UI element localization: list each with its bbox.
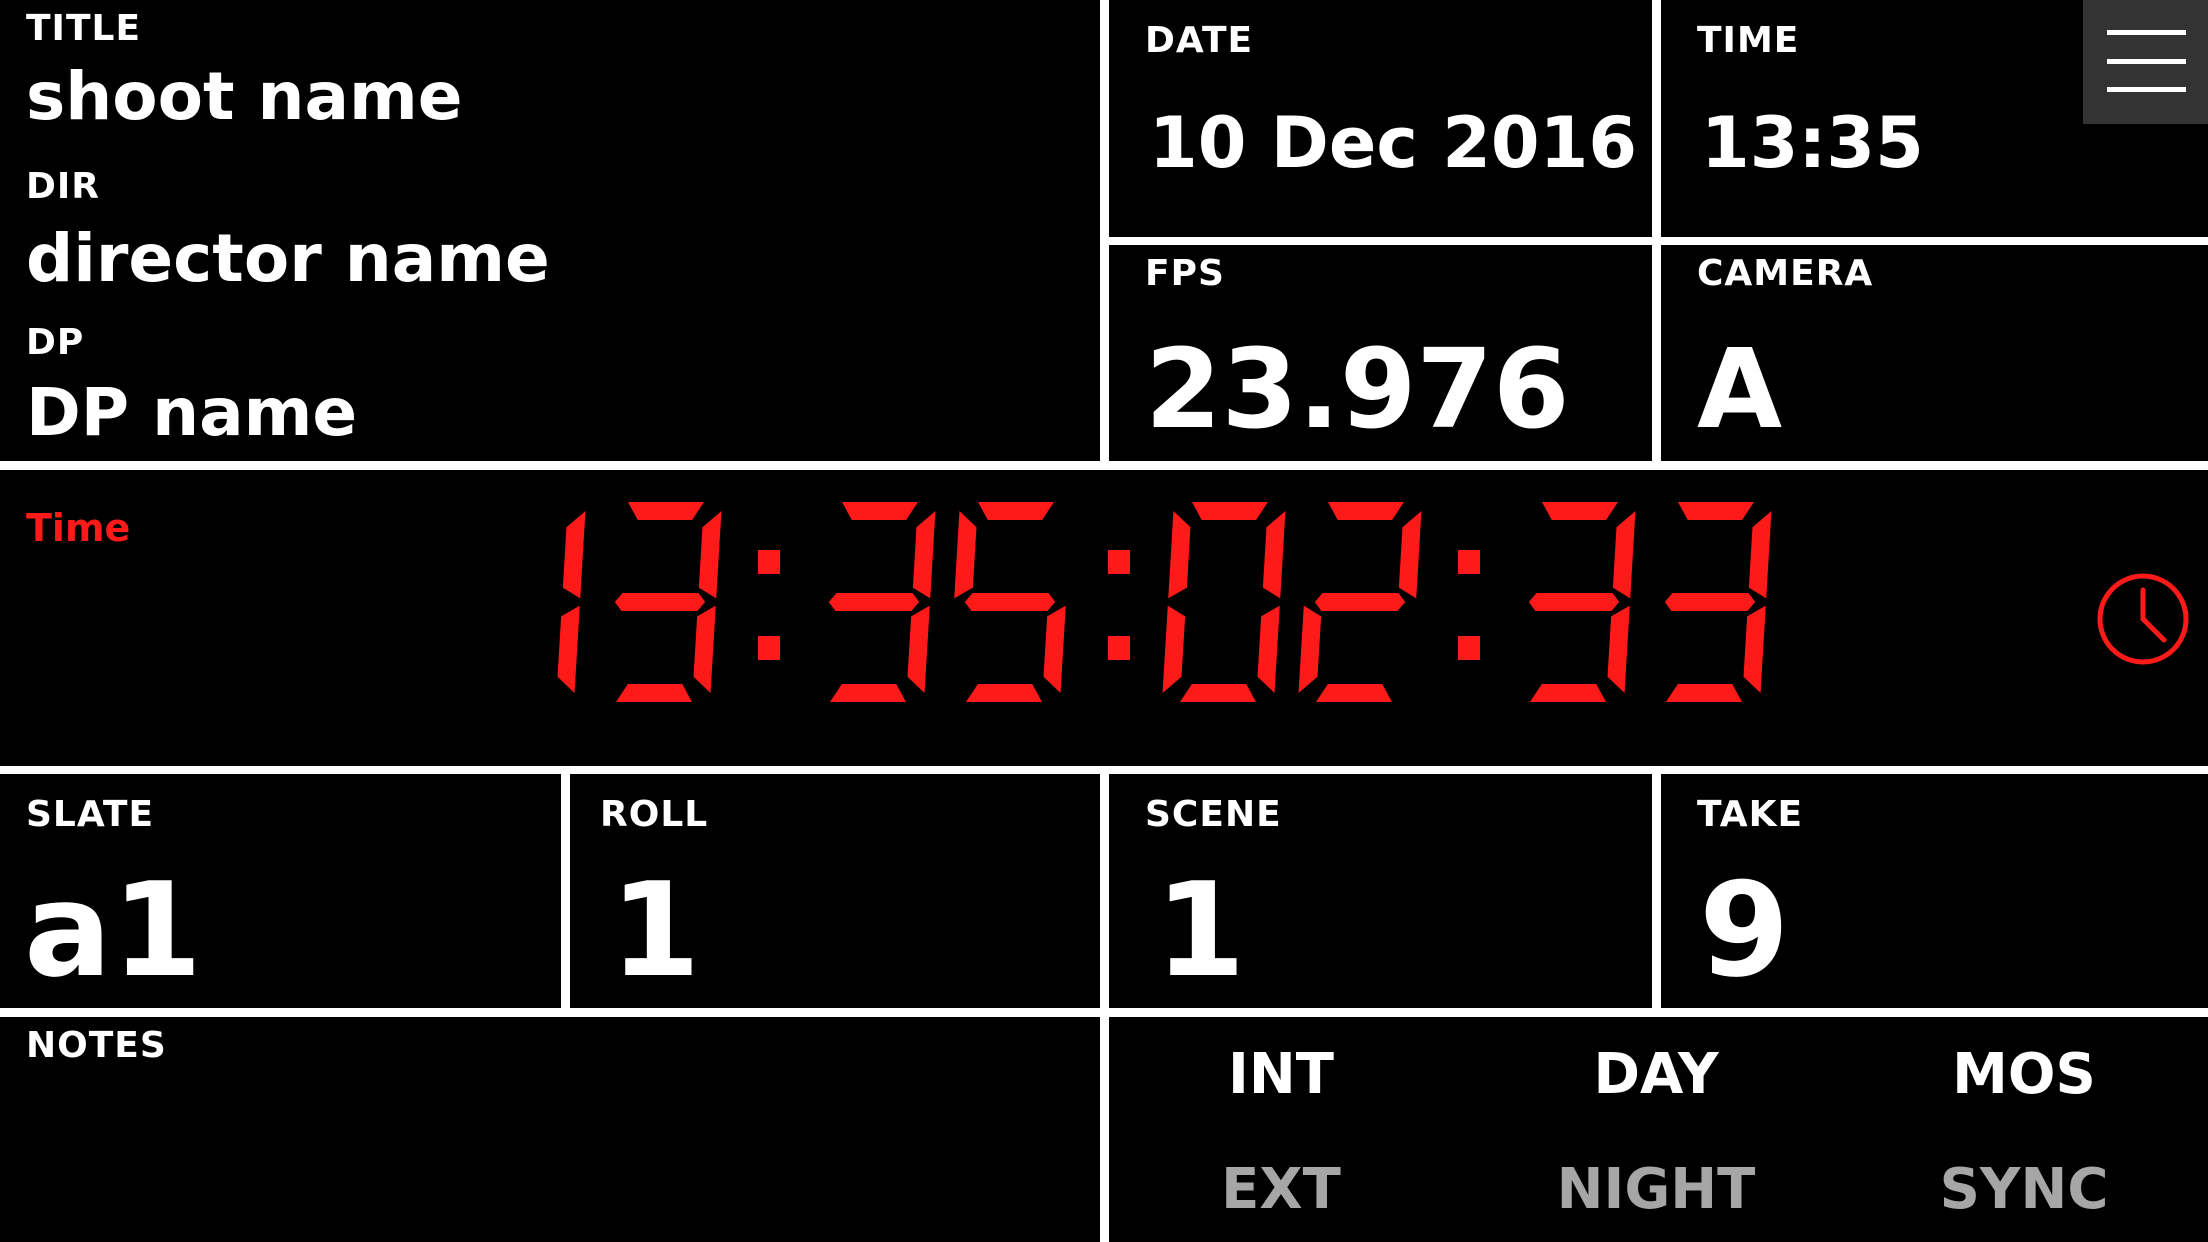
divider [0,766,2208,774]
timecode-segment [978,502,1054,520]
camera-value: A [1697,325,1783,453]
timecode-segment [1043,605,1066,693]
timecode-segment [1666,684,1742,702]
camera-label: CAMERA [1697,253,1874,294]
menu-bar [2107,87,2186,92]
notes-cell[interactable]: NOTES [0,1017,1100,1242]
director-value[interactable]: director name [26,220,550,297]
timecode-segment [614,593,706,611]
timecode-segment [1168,511,1191,599]
timecode-colon-dot [1458,550,1480,574]
timecode-segment [693,605,716,693]
roll-label: ROLL [600,794,709,835]
timecode-segment [912,511,936,599]
scene-value: 1 [1155,854,1246,1006]
timecode-segment [562,511,586,599]
mos-toggle[interactable]: MOS [1874,1042,2174,1107]
timecode-display [557,502,1772,702]
camera-cell[interactable]: CAMERA A [1661,245,2208,461]
timecode-segment [1314,593,1406,611]
fps-value: 23.976 [1145,325,1570,453]
timecode-segment [557,605,580,693]
production-info-panel[interactable]: TITLE shoot name DIR director name DP DP… [0,0,1100,461]
time-label: TIME [1697,20,1800,61]
timecode-segment [828,593,920,611]
dir-label: DIR [26,166,100,207]
notes-label: NOTES [26,1025,167,1066]
timecode-colon-dot [1458,636,1480,660]
timecode-segment [1162,605,1186,693]
timecode-segment [907,605,930,693]
clock-icon[interactable] [2096,572,2190,666]
timecode-segment [830,684,906,702]
slate-value: a1 [24,854,203,1006]
timecode-segment [1612,511,1636,599]
timecode-segment [1298,605,1322,693]
timecode-segment [1528,593,1620,611]
timecode-segment [1530,684,1606,702]
timecode-segment [1192,502,1268,520]
roll-cell[interactable]: ROLL 1 [570,774,1100,1008]
hamburger-menu-icon[interactable] [2083,0,2208,124]
timecode-segment [1316,684,1392,702]
fps-label: FPS [1145,253,1225,294]
take-label: TAKE [1697,794,1804,835]
sync-toggle[interactable]: SYNC [1874,1157,2174,1222]
roll-value: 1 [610,854,701,1006]
divider [1652,0,1661,466]
menu-bar [2107,59,2186,64]
timecode-segment [842,502,918,520]
timecode-segment [964,593,1056,611]
timecode-colon-dot [758,636,780,660]
timecode-segment [1748,511,1772,599]
divider [1652,774,1661,1017]
scene-label: SCENE [1145,794,1282,835]
slate-label: SLATE [26,794,155,835]
take-cell[interactable]: TAKE 9 [1661,774,2208,1008]
divider [561,774,570,1017]
date-cell[interactable]: DATE 10 Dec 2016 [1109,0,1652,237]
timecode-segment [1257,605,1280,693]
take-value: 9 [1699,854,1790,1006]
scene-toggles-panel: INT EXT DAY NIGHT MOS SYNC [1109,1017,2208,1242]
timecode-colon-dot [758,550,780,574]
timecode-segment [1398,511,1422,599]
time-value: 13:35 [1701,102,1924,184]
timecode-colon-dot [1108,636,1130,660]
timecode-segment [616,684,692,702]
title-label: TITLE [26,8,142,49]
night-toggle[interactable]: NIGHT [1506,1157,1806,1222]
timecode-segment [1262,511,1286,599]
scene-cell[interactable]: SCENE 1 [1109,774,1652,1008]
divider [0,461,2208,470]
timecode-segment [1542,502,1618,520]
timecode-label: Time [26,506,131,550]
timecode-segment [1678,502,1754,520]
timecode-segment [1664,593,1756,611]
divider [1109,237,2208,245]
date-value: 10 Dec 2016 [1149,102,1638,184]
slate-cell[interactable]: SLATE a1 [0,774,561,1008]
timecode-segment [698,511,722,599]
title-value[interactable]: shoot name [26,58,463,135]
timecode-segment [954,511,977,599]
timecode-colon-dot [1108,550,1130,574]
timecode-segment [1743,605,1766,693]
day-toggle[interactable]: DAY [1506,1042,1806,1107]
ext-toggle[interactable]: EXT [1131,1157,1431,1222]
timecode-segment [628,502,704,520]
dp-value[interactable]: DP name [26,374,357,451]
timecode-segment [966,684,1042,702]
int-toggle[interactable]: INT [1131,1042,1431,1107]
date-label: DATE [1145,20,1254,61]
timecode-segment [1328,502,1404,520]
fps-cell[interactable]: FPS 23.976 [1109,245,1652,461]
divider [1100,0,1109,466]
dp-label: DP [26,322,85,363]
timecode-segment [1607,605,1630,693]
menu-bar [2107,30,2186,35]
divider [0,1008,2208,1017]
timecode-segment [1180,684,1256,702]
